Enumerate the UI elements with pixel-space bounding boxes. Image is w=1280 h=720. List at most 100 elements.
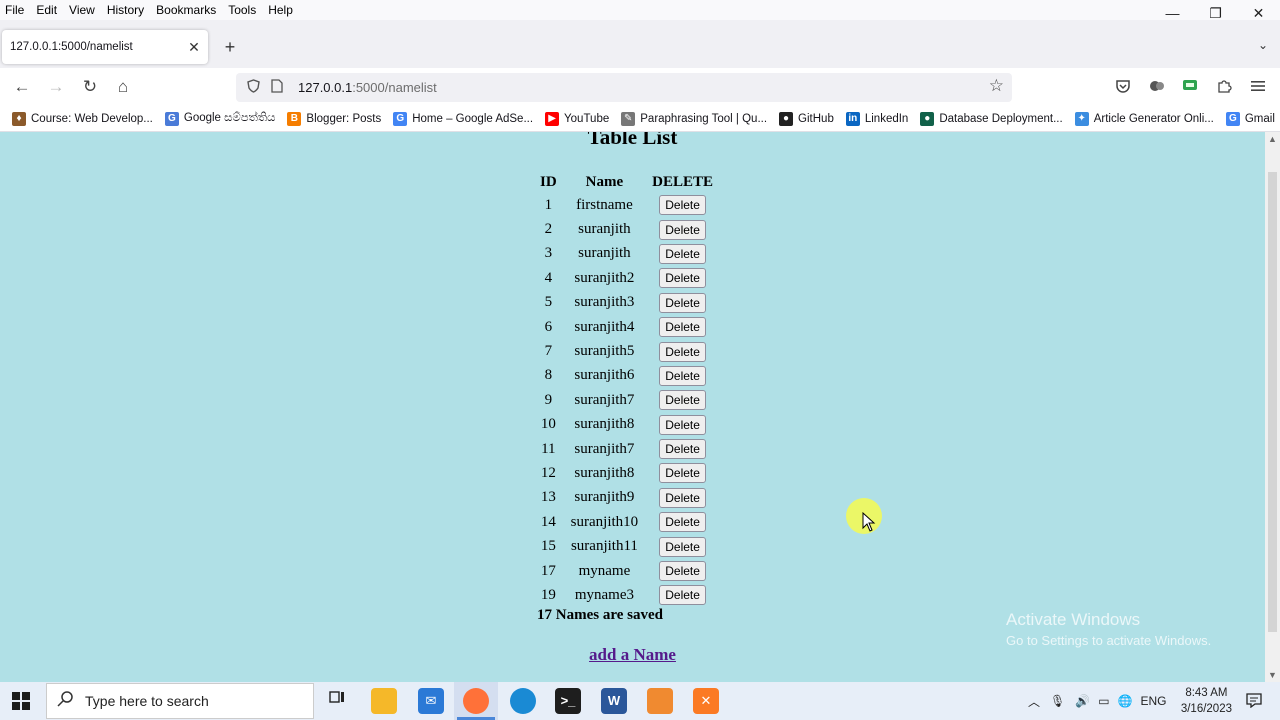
delete-button[interactable]: Delete	[659, 292, 706, 313]
extension-green-icon[interactable]	[1181, 78, 1199, 96]
notifications-icon[interactable]	[1246, 692, 1262, 712]
row-id: 4	[544, 269, 553, 286]
delete-button[interactable]: Delete	[659, 243, 706, 264]
vertical-scrollbar[interactable]: ▲ ▼	[1265, 132, 1280, 682]
delete-button[interactable]: Delete	[659, 317, 706, 338]
row-delete-cell: Delete	[646, 560, 719, 582]
clock-date: 3/16/2023	[1180, 703, 1232, 715]
app-menu-icon[interactable]	[1249, 78, 1267, 96]
delete-button[interactable]: Delete	[659, 219, 706, 240]
delete-button[interactable]: Delete	[659, 487, 706, 508]
row-delete-cell: Delete	[646, 218, 719, 240]
menu-history[interactable]: History	[101, 3, 150, 17]
extensions-puzzle-icon[interactable]	[1215, 78, 1233, 96]
menu-bar: File Edit View History Bookmarks Tools H…	[0, 0, 1280, 20]
microphone-icon[interactable]: 🎙	[1050, 694, 1065, 708]
edge-icon[interactable]	[510, 688, 536, 714]
firefox-icon[interactable]	[463, 688, 489, 714]
url-text[interactable]: 127.0.0.1:5000/namelist	[298, 80, 437, 95]
bookmark-label: Paraphrasing Tool | Qu...	[640, 112, 768, 125]
delete-button[interactable]: Delete	[659, 585, 706, 606]
list-all-tabs-icon[interactable]: ⌄	[1258, 38, 1268, 52]
delete-button[interactable]: Delete	[659, 341, 706, 362]
watermark-line2: Go to Settings to activate Windows.	[1006, 633, 1212, 648]
home-button[interactable]: ⌂	[111, 76, 135, 98]
row-name: suranjith11	[570, 538, 638, 555]
row-id: 6	[544, 318, 553, 335]
menu-bookmarks[interactable]: Bookmarks	[150, 3, 222, 17]
account-icon[interactable]	[1148, 78, 1166, 96]
bookmark-item[interactable]: B Blogger: Posts	[287, 111, 381, 126]
menu-help[interactable]: Help	[262, 3, 299, 17]
pocket-icon[interactable]	[1114, 78, 1132, 96]
volume-icon[interactable]: 🔊	[1075, 694, 1090, 708]
bookmark-item[interactable]: ● Database Deployment...	[920, 111, 1063, 126]
flame-icon: ♦	[12, 111, 26, 126]
language-indicator[interactable]: ENG	[1141, 694, 1167, 708]
taskbar-search-box[interactable]: Type here to search	[46, 683, 314, 719]
row-name: suranjith8	[574, 464, 635, 481]
terminal-icon[interactable]: >_	[555, 688, 581, 714]
network-icon[interactable]: 🌐	[1118, 694, 1133, 708]
delete-button[interactable]: Delete	[659, 390, 706, 411]
file-explorer-icon[interactable]	[371, 688, 397, 714]
delete-button[interactable]: Delete	[659, 512, 706, 533]
tracking-protection-icon[interactable]	[244, 79, 262, 96]
delete-button[interactable]: Delete	[659, 439, 706, 460]
activate-windows-watermark: Activate Windows Go to Settings to activ…	[1006, 610, 1211, 648]
mongodb-icon: ●	[920, 111, 935, 126]
bookmark-item[interactable]: in LinkedIn	[845, 111, 908, 126]
bookmark-item[interactable]: ✦ Article Generator Onli...	[1074, 111, 1214, 126]
task-view-icon[interactable]	[324, 688, 350, 714]
row-name: suranjith5	[574, 343, 635, 360]
bookmark-item[interactable]: G Google සම්පත්තිය	[164, 111, 275, 126]
bookmarks-toolbar: ♦ Course: Web Develop... G Google සම්පත්තිය…	[0, 106, 1280, 132]
scrollbar-thumb[interactable]	[1268, 172, 1277, 632]
delete-button[interactable]: Delete	[659, 268, 706, 289]
scroll-up-icon[interactable]: ▲	[1265, 134, 1280, 144]
word-icon[interactable]: W	[601, 688, 627, 714]
bookmark-item[interactable]: G Gmail	[1225, 111, 1275, 126]
bookmark-item[interactable]: ♦ Course: Web Develop...	[12, 111, 153, 126]
scroll-down-icon[interactable]: ▼	[1265, 670, 1280, 680]
windows-start-icon[interactable]	[12, 692, 30, 710]
tab-close-icon[interactable]: ✕	[184, 39, 204, 56]
bookmark-item[interactable]: ✎ Paraphrasing Tool | Qu...	[621, 111, 768, 126]
xampp-icon[interactable]: ✕	[693, 688, 719, 714]
battery-icon[interactable]: ▭	[1098, 694, 1109, 708]
delete-button[interactable]: Delete	[659, 463, 706, 484]
menu-tools[interactable]: Tools	[222, 3, 262, 17]
mail-icon[interactable]: ✉	[418, 688, 444, 714]
reload-button[interactable]: ↻	[78, 76, 102, 98]
bookmark-label: Database Deployment...	[939, 112, 1063, 125]
table-row: 14 suranjith10 Delete	[534, 511, 719, 533]
url-bar[interactable]: 127.0.0.1:5000/namelist ☆	[236, 73, 1012, 102]
bookmark-item[interactable]: ● GitHub	[779, 111, 834, 126]
menu-edit[interactable]: Edit	[30, 3, 63, 17]
back-button[interactable]: ←	[10, 76, 34, 98]
delete-button[interactable]: Delete	[659, 365, 706, 386]
delete-button[interactable]: Delete	[659, 195, 706, 216]
delete-button[interactable]: Delete	[659, 414, 706, 435]
row-id: 11	[541, 440, 556, 457]
sublime-icon[interactable]	[647, 688, 673, 714]
tab-namelist[interactable]: 127.0.0.1:5000/namelist ✕	[2, 30, 208, 64]
bookmark-star-icon[interactable]: ☆	[989, 76, 1004, 96]
menu-file[interactable]: File	[0, 3, 30, 17]
tray-chevron-icon[interactable]: ︿	[1028, 693, 1040, 710]
delete-button[interactable]: Delete	[659, 561, 706, 582]
menu-view[interactable]: View	[63, 3, 101, 17]
bookmark-item[interactable]: ▶ YouTube	[545, 111, 609, 126]
delete-button[interactable]: Delete	[659, 536, 706, 557]
row-name: suranjith10	[570, 513, 639, 530]
new-tab-button[interactable]: +	[220, 36, 240, 58]
taskbar-clock[interactable]: 8:43 AM 3/16/2023	[1181, 685, 1232, 717]
row-delete-cell: Delete	[646, 292, 719, 314]
bookmark-item[interactable]: G Home – Google AdSe...	[393, 111, 533, 126]
add-name-link-text[interactable]: add a Name	[589, 645, 676, 664]
github-icon: ●	[779, 111, 794, 126]
forward-button[interactable]: →	[44, 76, 68, 98]
search-placeholder: Type here to search	[85, 693, 209, 709]
row-name: suranjith6	[574, 367, 635, 384]
page-info-icon[interactable]	[268, 79, 286, 96]
